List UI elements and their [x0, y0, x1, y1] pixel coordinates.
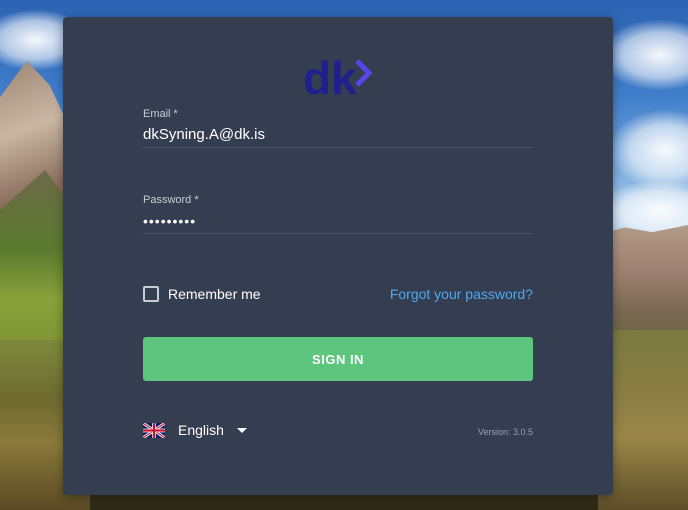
- remember-me[interactable]: Remember me: [143, 286, 261, 302]
- password-input[interactable]: •••••••••: [143, 211, 533, 231]
- chevron-down-icon: [236, 427, 247, 433]
- login-card: dk Email * dkSyning.A@dk.is Password * •…: [63, 17, 613, 495]
- language-selector[interactable]: English: [143, 422, 247, 438]
- email-field[interactable]: Email * dkSyning.A@dk.is: [143, 108, 533, 148]
- uk-flag-icon: [143, 422, 165, 438]
- email-underline: [143, 147, 533, 148]
- email-label: Email *: [143, 108, 178, 120]
- remember-checkbox[interactable]: [143, 286, 159, 302]
- forgot-password-link[interactable]: Forgot your password?: [390, 286, 533, 302]
- password-underline: [143, 233, 533, 234]
- email-input[interactable]: dkSyning.A@dk.is: [143, 125, 533, 145]
- sign-in-button[interactable]: SIGN IN: [143, 337, 533, 381]
- version-text: Version: 3.0.5: [477, 427, 533, 437]
- remember-label: Remember me: [168, 286, 261, 302]
- language-label: English: [178, 422, 224, 438]
- password-field[interactable]: Password * •••••••••: [143, 194, 533, 234]
- svg-text:dk: dk: [303, 57, 357, 101]
- password-label: Password *: [143, 194, 199, 206]
- dk-logo: dk: [303, 57, 373, 101]
